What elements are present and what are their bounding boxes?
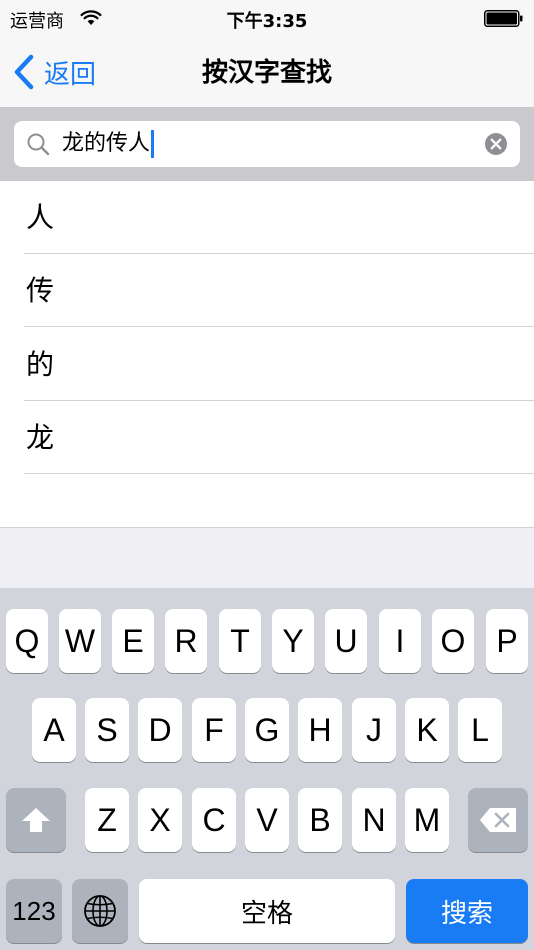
key-v[interactable]: V [245, 788, 289, 852]
row-separator [24, 326, 534, 327]
key-u[interactable]: U [325, 609, 367, 673]
row-separator [24, 473, 534, 474]
shift-icon [22, 808, 50, 832]
battery-icon [484, 10, 523, 27]
key-a[interactable]: A [32, 698, 76, 762]
clear-icon[interactable] [484, 132, 508, 156]
navigation-bar: 返回 按汉字查找 [0, 38, 534, 108]
list-item-char: 的 [26, 348, 55, 381]
backspace-icon [480, 808, 516, 832]
space-key[interactable]: 空格 [139, 879, 395, 943]
key-z[interactable]: Z [85, 788, 129, 852]
key-s[interactable]: S [85, 698, 129, 762]
key-e[interactable]: E [112, 609, 154, 673]
list-item[interactable]: 的 [0, 328, 534, 401]
search-input[interactable]: 龙的传人 [14, 121, 520, 167]
text-caret [151, 130, 155, 158]
key-l[interactable]: L [458, 698, 502, 762]
back-button[interactable]: 返回 [12, 52, 96, 92]
key-j[interactable]: J [352, 698, 396, 762]
search-icon [27, 133, 50, 156]
keyboard: Q W E R T Y U I O P A S D F G H J K L Z … [0, 588, 534, 950]
key-y[interactable]: Y [272, 609, 314, 673]
key-i[interactable]: I [379, 609, 421, 673]
key-g[interactable]: G [245, 698, 289, 762]
list-item[interactable]: 传 [0, 254, 534, 327]
globe-key[interactable] [72, 879, 128, 943]
globe-icon [84, 895, 116, 927]
backspace-key[interactable] [468, 788, 528, 852]
search-input-text[interactable]: 龙的传人 [62, 121, 155, 167]
list-item[interactable]: 人 [0, 181, 534, 254]
key-k[interactable]: K [405, 698, 449, 762]
numbers-key[interactable]: 123 [6, 879, 62, 943]
results-list: 人 传 的 龙 [0, 181, 534, 528]
list-item-char: 传 [26, 274, 55, 307]
list-item-char: 人 [26, 201, 55, 234]
key-r[interactable]: R [165, 609, 207, 673]
key-o[interactable]: O [432, 609, 474, 673]
list-item-char: 龙 [26, 421, 55, 454]
empty-area [0, 528, 534, 588]
key-w[interactable]: W [59, 609, 101, 673]
key-x[interactable]: X [138, 788, 182, 852]
key-h[interactable]: H [298, 698, 342, 762]
key-t[interactable]: T [219, 609, 261, 673]
search-key[interactable]: 搜索 [406, 879, 528, 943]
back-button-label: 返回 [44, 59, 97, 90]
key-n[interactable]: N [352, 788, 396, 852]
key-q[interactable]: Q [6, 609, 48, 673]
shift-key[interactable] [6, 788, 66, 852]
search-bar: 龙的传人 [0, 108, 534, 181]
key-f[interactable]: F [192, 698, 236, 762]
back-chevron-icon [14, 54, 34, 90]
key-d[interactable]: D [138, 698, 182, 762]
key-m[interactable]: M [405, 788, 449, 852]
status-time: 下午3:35 [226, 11, 308, 32]
key-c[interactable]: C [192, 788, 236, 852]
search-input-value: 龙的传人 [62, 131, 151, 156]
key-p[interactable]: P [486, 609, 528, 673]
key-b[interactable]: B [298, 788, 342, 852]
status-bar: 运营商 下午3:35 [0, 0, 534, 38]
list-item[interactable]: 龙 [0, 401, 534, 474]
